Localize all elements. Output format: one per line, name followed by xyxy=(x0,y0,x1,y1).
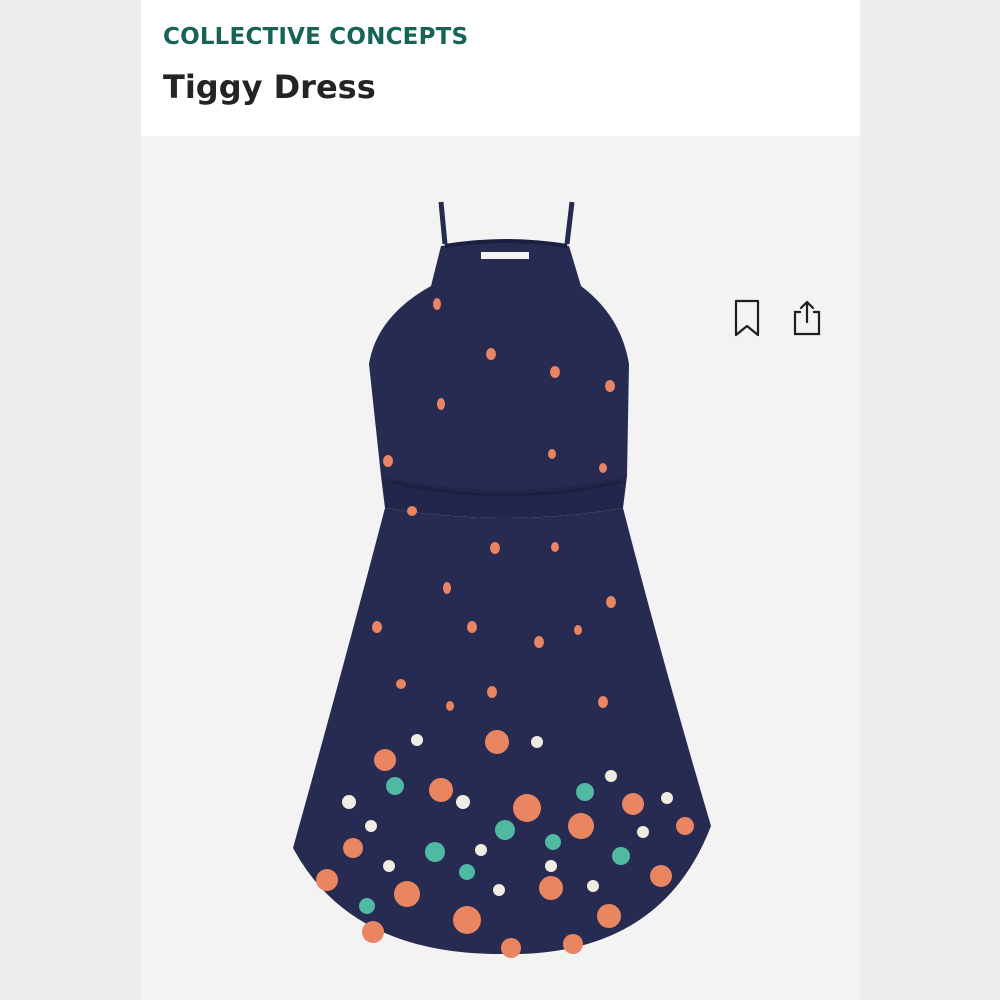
right-gutter xyxy=(860,0,1000,1000)
product-title: Tiggy Dress xyxy=(163,68,376,106)
bookmark-icon xyxy=(734,299,760,337)
brand-name[interactable]: COLLECTIVE CONCEPTS xyxy=(163,24,468,50)
bookmark-button[interactable] xyxy=(729,296,765,340)
product-card: COLLECTIVE CONCEPTS Tiggy Dress xyxy=(141,0,860,1000)
product-image[interactable] xyxy=(141,136,860,1000)
share-icon xyxy=(793,300,821,336)
product-header: COLLECTIVE CONCEPTS Tiggy Dress xyxy=(141,0,860,136)
share-button[interactable] xyxy=(789,296,825,340)
dress-illustration xyxy=(293,201,711,958)
left-gutter xyxy=(0,0,141,1000)
